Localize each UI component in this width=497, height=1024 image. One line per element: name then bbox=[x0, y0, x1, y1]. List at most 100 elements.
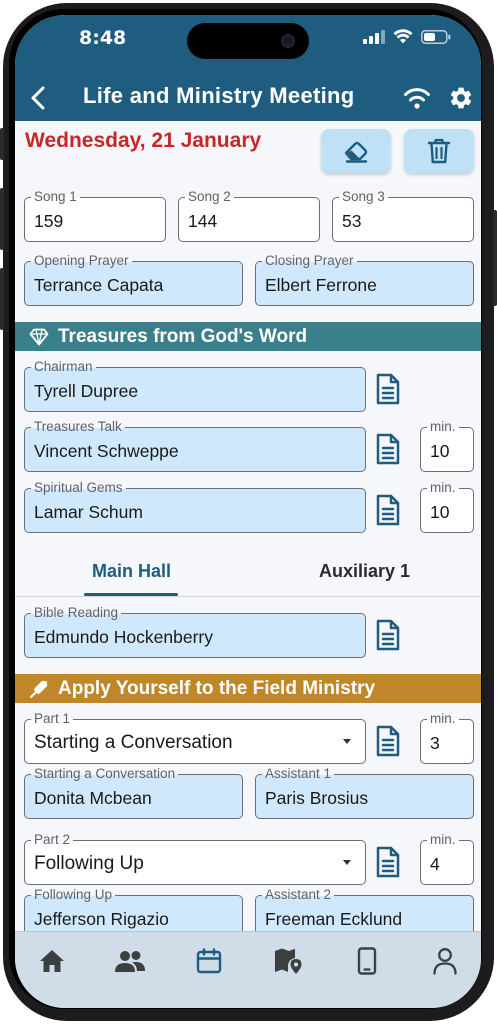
chevron-down-icon bbox=[343, 739, 351, 744]
trash-icon bbox=[428, 138, 450, 164]
closing-prayer-label: Closing Prayer bbox=[262, 253, 357, 269]
dynamic-island bbox=[187, 23, 309, 59]
home-icon[interactable] bbox=[35, 944, 69, 978]
closing-prayer-value: Elbert Ferrone bbox=[265, 275, 377, 295]
bottom-navigation bbox=[15, 931, 481, 1008]
back-button[interactable] bbox=[21, 81, 55, 115]
spiritual-gems-value: Lamar Schum bbox=[34, 502, 143, 522]
song-1-field[interactable]: Song 1 159 bbox=[24, 189, 166, 242]
part-2-value: Following Up bbox=[34, 853, 144, 874]
spiritual-gems-minutes-label: min. bbox=[427, 480, 459, 496]
part-1-value: Starting a Conversation bbox=[34, 732, 233, 753]
part-2-minutes-label: min. bbox=[427, 832, 459, 848]
chairman-document-icon[interactable] bbox=[373, 371, 403, 407]
screen: 8:48 Life and Ministry Meeting Wednesday… bbox=[15, 15, 481, 1008]
opening-prayer-field[interactable]: Opening Prayer Terrance Capata bbox=[24, 253, 243, 306]
spiritual-gems-document-icon[interactable] bbox=[373, 492, 403, 528]
part-2-select[interactable]: Part 2 Following Up bbox=[24, 832, 366, 885]
part-1-minutes-value: 3 bbox=[430, 733, 440, 753]
part-1-document-icon[interactable] bbox=[373, 723, 403, 759]
part-1-select[interactable]: Part 1 Starting a Conversation bbox=[24, 711, 366, 764]
song-3-field[interactable]: Song 3 53 bbox=[332, 189, 474, 242]
part-2-minutes-field[interactable]: min. 4 bbox=[420, 832, 474, 885]
song-1-value: 159 bbox=[34, 211, 64, 231]
part-2-student-label: Following Up bbox=[31, 887, 116, 903]
chevron-down-icon bbox=[343, 860, 351, 865]
bible-reading-document-icon[interactable] bbox=[373, 617, 403, 653]
wheat-icon bbox=[29, 679, 49, 699]
wifi-status-icon bbox=[393, 29, 413, 48]
phone-icon[interactable] bbox=[350, 944, 384, 978]
tab-main-hall[interactable]: Main Hall bbox=[15, 546, 248, 596]
song-3-label: Song 3 bbox=[339, 189, 388, 205]
bible-reading-value: Edmundo Hockenberry bbox=[34, 627, 213, 647]
part-1-label: Part 1 bbox=[31, 711, 74, 727]
action-button bbox=[0, 128, 4, 160]
calendar-icon[interactable] bbox=[192, 944, 226, 978]
clear-button[interactable] bbox=[321, 129, 391, 173]
spiritual-gems-label: Spiritual Gems bbox=[31, 480, 126, 496]
bible-reading-field[interactable]: Bible Reading Edmundo Hockenberry bbox=[24, 605, 366, 658]
part-1-student-field[interactable]: Starting a Conversation Donita Mcbean bbox=[24, 766, 243, 819]
treasures-section-title: Treasures from God's Word bbox=[58, 325, 308, 347]
chairman-value: Tyrell Dupree bbox=[34, 381, 139, 401]
spiritual-gems-field[interactable]: Spiritual Gems Lamar Schum bbox=[24, 480, 366, 533]
treasures-talk-label: Treasures Talk bbox=[31, 419, 125, 435]
eraser-icon bbox=[344, 141, 368, 163]
camera-dot bbox=[281, 34, 295, 48]
part-2-document-icon[interactable] bbox=[373, 844, 403, 880]
app-bar: Life and Ministry Meeting bbox=[15, 75, 481, 121]
status-icons bbox=[363, 29, 451, 48]
part-1-assistant-field[interactable]: Assistant 1 Paris Brosius bbox=[255, 766, 474, 819]
apply-section-header: Apply Yourself to the Field Ministry bbox=[15, 674, 481, 703]
tab-divider bbox=[15, 596, 481, 597]
settings-button[interactable] bbox=[446, 83, 476, 113]
treasures-talk-document-icon[interactable] bbox=[373, 431, 403, 467]
part-1-student-value: Donita Mcbean bbox=[34, 788, 152, 808]
spiritual-gems-minutes-value: 10 bbox=[430, 502, 450, 522]
treasures-talk-field[interactable]: Treasures Talk Vincent Schweppe bbox=[24, 419, 366, 472]
page-title: Life and Ministry Meeting bbox=[83, 83, 355, 108]
song-2-field[interactable]: Song 2 144 bbox=[178, 189, 320, 242]
treasures-talk-value: Vincent Schweppe bbox=[34, 441, 179, 461]
part-2-assistant-label: Assistant 2 bbox=[262, 887, 335, 903]
part-1-minutes-field[interactable]: min. 3 bbox=[420, 711, 474, 764]
closing-prayer-field[interactable]: Closing Prayer Elbert Ferrone bbox=[255, 253, 474, 306]
treasures-talk-minutes-value: 10 bbox=[430, 441, 450, 461]
sync-wifi-button[interactable] bbox=[401, 83, 433, 113]
song-1-label: Song 1 bbox=[31, 189, 80, 205]
song-3-value: 53 bbox=[342, 211, 362, 231]
opening-prayer-label: Opening Prayer bbox=[31, 253, 132, 269]
diamond-icon bbox=[29, 327, 49, 347]
treasures-talk-minutes-label: min. bbox=[427, 419, 459, 435]
delete-button[interactable] bbox=[404, 129, 474, 173]
people-icon[interactable] bbox=[113, 944, 147, 978]
meeting-date: Wednesday, 21 January bbox=[25, 129, 262, 152]
part-2-student-value: Jefferson Rigazio bbox=[34, 909, 169, 929]
chairman-label: Chairman bbox=[31, 359, 96, 375]
power-button bbox=[493, 210, 497, 306]
meeting-content: Wednesday, 21 January Song 1 159 Song 2 … bbox=[15, 121, 481, 940]
back-arrow-icon bbox=[31, 86, 45, 110]
volume-down-button bbox=[0, 268, 4, 330]
treasures-section-header: Treasures from God's Word bbox=[15, 322, 481, 351]
spiritual-gems-minutes-field[interactable]: min. 10 bbox=[420, 480, 474, 533]
part-1-student-label: Starting a Conversation bbox=[31, 766, 179, 782]
person-icon[interactable] bbox=[428, 944, 462, 978]
volume-up-button bbox=[0, 188, 4, 250]
gear-icon bbox=[450, 87, 472, 109]
map-pin-icon[interactable] bbox=[271, 944, 305, 978]
wifi-icon bbox=[404, 88, 430, 109]
chairman-field[interactable]: Chairman Tyrell Dupree bbox=[24, 359, 366, 412]
part-2-assistant-value: Freeman Ecklund bbox=[265, 909, 403, 929]
phone-frame: 8:48 Life and Ministry Meeting Wednesday… bbox=[0, 0, 497, 1024]
treasures-talk-minutes-field[interactable]: min. 10 bbox=[420, 419, 474, 472]
status-time: 8:48 bbox=[79, 27, 127, 49]
status-bar: 8:48 bbox=[15, 15, 481, 75]
part-1-assistant-value: Paris Brosius bbox=[265, 788, 369, 808]
part-1-assistant-label: Assistant 1 bbox=[262, 766, 335, 782]
part-2-minutes-value: 4 bbox=[430, 854, 440, 874]
tab-auxiliary-1[interactable]: Auxiliary 1 bbox=[248, 546, 481, 596]
part-1-minutes-label: min. bbox=[427, 711, 459, 727]
signal-icon bbox=[363, 29, 385, 48]
